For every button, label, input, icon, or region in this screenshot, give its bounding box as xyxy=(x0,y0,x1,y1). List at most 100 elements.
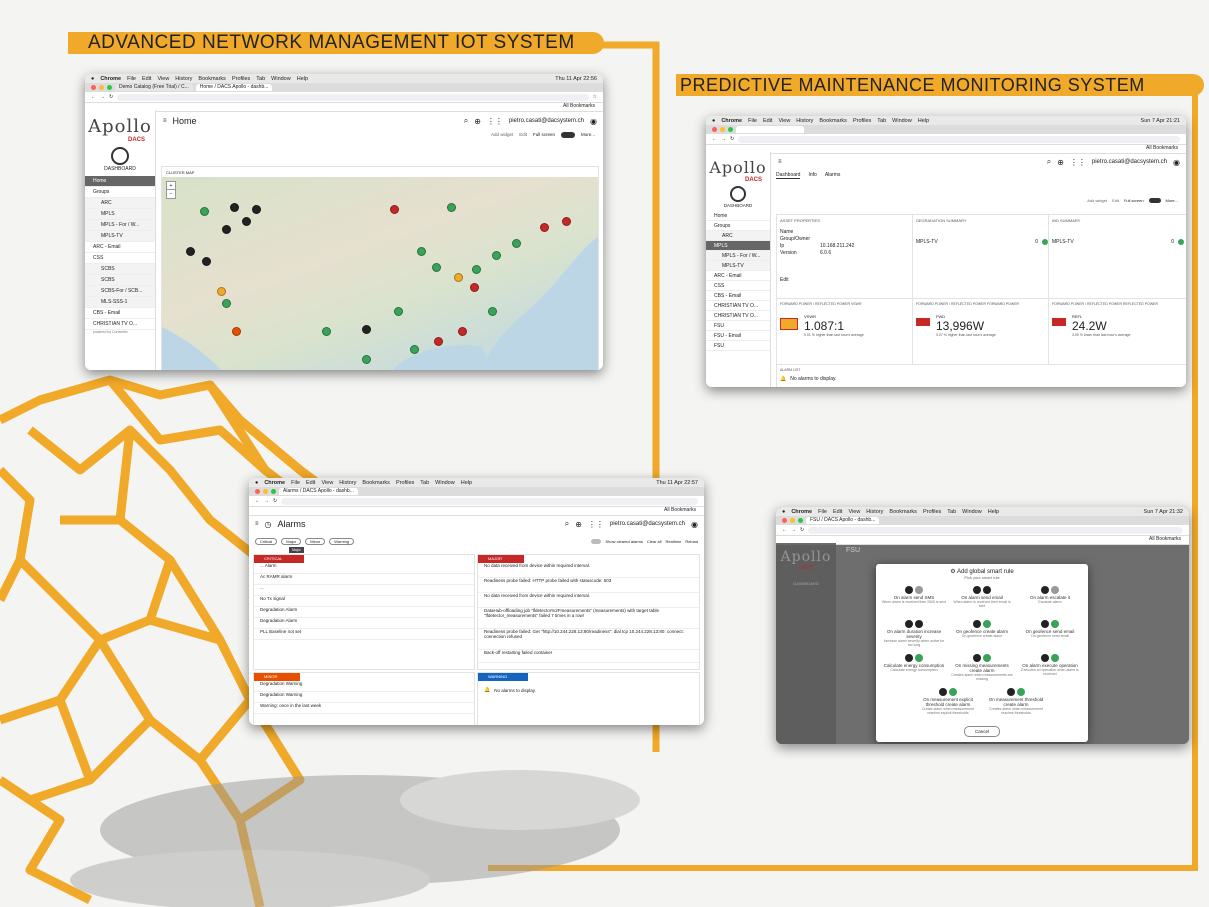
edit-button[interactable]: Edit xyxy=(519,132,527,138)
menu-chrome[interactable]: Chrome xyxy=(791,509,812,515)
user-email[interactable]: pietro.casati@dacsystem.ch xyxy=(610,521,685,527)
map-pin[interactable] xyxy=(492,251,501,260)
menu-toggle-icon[interactable]: ≡ xyxy=(255,521,259,527)
menu-window[interactable]: Window xyxy=(435,480,455,486)
all-bookmarks[interactable]: All Bookmarks xyxy=(563,103,595,109)
minimize-window-icon[interactable] xyxy=(99,85,104,90)
clear-all-button[interactable]: Clear all xyxy=(647,539,662,544)
filter-warning[interactable]: Warning xyxy=(329,537,355,545)
alarm-row[interactable]: ... xyxy=(254,585,474,596)
minimize-window-icon[interactable] xyxy=(263,489,268,494)
reload-icon[interactable]: ↻ xyxy=(730,136,734,142)
menu-view[interactable]: View xyxy=(321,480,333,486)
rule-duration[interactable]: On alarm duration increase severity Incre… xyxy=(882,620,946,647)
tab-active[interactable] xyxy=(736,126,804,133)
close-window-icon[interactable] xyxy=(91,85,96,90)
menu-tab[interactable]: Tab xyxy=(256,76,265,82)
close-window-icon[interactable] xyxy=(255,489,260,494)
menu-chrome[interactable]: Chrome xyxy=(100,76,121,82)
apps-grid-icon[interactable]: ⋮⋮ xyxy=(588,520,604,529)
map-pin[interactable] xyxy=(222,299,231,308)
sidebar-item-fsu-2[interactable]: FSU xyxy=(706,341,770,351)
sidebar-item-mpls-for[interactable]: MPLS - For / W... xyxy=(85,220,155,231)
minimize-window-icon[interactable] xyxy=(720,127,725,132)
sidebar-item-mpls-for[interactable]: MPLS - For / W... xyxy=(706,251,770,261)
user-icon[interactable]: ◉ xyxy=(1173,158,1180,167)
menu-view[interactable]: View xyxy=(778,118,790,124)
back-icon[interactable]: ← xyxy=(782,527,787,533)
map-pin[interactable] xyxy=(362,325,371,334)
menu-profiles[interactable]: Profiles xyxy=(853,118,871,124)
menu-window[interactable]: Window xyxy=(892,118,912,124)
menu-bookmarks[interactable]: Bookmarks xyxy=(819,118,847,124)
sidebar-item-css[interactable]: CSS xyxy=(706,281,770,291)
url-field[interactable] xyxy=(738,135,1180,143)
sidebar-item-groups[interactable]: Groups xyxy=(706,221,770,231)
add-icon[interactable]: ⊕ xyxy=(575,520,582,529)
tab-dashboard[interactable]: Dashboard xyxy=(776,172,801,179)
map-pin[interactable] xyxy=(186,247,195,256)
all-bookmarks[interactable]: All Bookmarks xyxy=(1149,536,1181,542)
all-bookmarks[interactable]: All Bookmarks xyxy=(664,507,696,513)
tab-info[interactable]: Info xyxy=(808,172,816,179)
map-pin[interactable] xyxy=(202,257,211,266)
sidebar-item-mpls[interactable]: MPLS xyxy=(706,241,770,251)
sidebar-item-arc-email[interactable]: ARC - Email xyxy=(85,242,155,253)
menu-file[interactable]: File xyxy=(818,509,827,515)
map-pin[interactable] xyxy=(390,205,399,214)
add-widget-button[interactable]: Add widget xyxy=(1087,198,1107,203)
alarm-row[interactable]: DataHub-offloading job "lfdetector%2Fmea… xyxy=(478,608,699,629)
asset-edit-button[interactable]: Edit xyxy=(780,277,912,283)
map-pin[interactable] xyxy=(230,203,239,212)
filter-major[interactable]: Major xyxy=(281,537,302,545)
menu-window[interactable]: Window xyxy=(962,509,982,515)
add-icon[interactable]: ⊕ xyxy=(1057,158,1064,167)
alarm-row[interactable]: Readiness probe failed: HTTP probe faile… xyxy=(478,578,699,593)
rule-explicit-threshold[interactable]: On measurement explicit threshold create… xyxy=(916,688,980,715)
alarm-row[interactable]: Degradation Warning xyxy=(254,681,474,692)
rule-energy[interactable]: Calculate energy consumption Calculate en… xyxy=(882,654,946,672)
menu-file[interactable]: File xyxy=(291,480,300,486)
alarm-row[interactable]: No data received from device within requ… xyxy=(478,563,699,578)
map-pin[interactable] xyxy=(232,327,241,336)
rule-missing-measurements[interactable]: On missing measurements create alarm Crea… xyxy=(950,654,1014,681)
rule-email[interactable]: On alarm send email When alarm is receive… xyxy=(950,586,1014,608)
user-icon[interactable]: ◉ xyxy=(691,520,698,529)
rule-threshold[interactable]: On measurement threshold create alarm Cre… xyxy=(984,688,1048,715)
add-widget-button[interactable]: Add widget xyxy=(491,132,513,138)
map-pin[interactable] xyxy=(470,283,479,292)
alarm-row[interactable]: ... Alarm xyxy=(254,563,474,574)
star-icon[interactable]: ☆ xyxy=(593,94,597,100)
menu-help[interactable]: Help xyxy=(297,76,308,82)
sidebar-item-home[interactable]: Home xyxy=(706,211,770,221)
maximize-window-icon[interactable] xyxy=(728,127,733,132)
menu-bookmarks[interactable]: Bookmarks xyxy=(889,509,917,515)
menu-view[interactable]: View xyxy=(157,76,169,82)
close-window-icon[interactable] xyxy=(712,127,717,132)
sidebar-item-christian-tv[interactable]: CHRISTIAN TV O... xyxy=(85,319,155,330)
back-icon[interactable]: ← xyxy=(712,136,717,142)
search-icon[interactable]: ⌕ xyxy=(1047,157,1051,167)
map-pin[interactable] xyxy=(447,203,456,212)
filter-minor[interactable]: Minor xyxy=(305,537,326,545)
sidebar-item-fsu[interactable]: FSU xyxy=(706,321,770,331)
menu-edit[interactable]: Edit xyxy=(306,480,315,486)
alarm-row[interactable]: Degradation Warning xyxy=(254,692,474,703)
rule-escalate[interactable]: On alarm escalate it Escalate alarm xyxy=(1018,586,1082,604)
tab-demo-catalog[interactable]: Demo Catalog (Free Trial) / C... xyxy=(115,84,193,91)
sidebar-item-home[interactable]: Home xyxy=(85,176,155,187)
tab-fsu[interactable]: FSU / DACS Apollo - dashb... xyxy=(806,517,880,524)
map-pin[interactable] xyxy=(454,273,463,282)
map-pin[interactable] xyxy=(222,225,231,234)
menu-tab[interactable]: Tab xyxy=(877,118,886,124)
maximize-window-icon[interactable] xyxy=(798,518,803,523)
all-bookmarks[interactable]: All Bookmarks xyxy=(1146,145,1178,151)
map-pin[interactable] xyxy=(472,265,481,274)
menu-toggle-icon[interactable]: ≡ xyxy=(163,118,167,124)
edit-button[interactable]: Edit xyxy=(1112,198,1119,203)
alarm-row[interactable]: Readiness probe failed: Get "http://10.2… xyxy=(478,629,699,650)
menu-profiles[interactable]: Profiles xyxy=(232,76,250,82)
sidebar-item-arc[interactable]: ARC xyxy=(706,231,770,241)
sidebar-item-mpls-tv[interactable]: MPLS-TV xyxy=(706,261,770,271)
sidebar-item-scbs-2[interactable]: SCBS xyxy=(85,275,155,286)
